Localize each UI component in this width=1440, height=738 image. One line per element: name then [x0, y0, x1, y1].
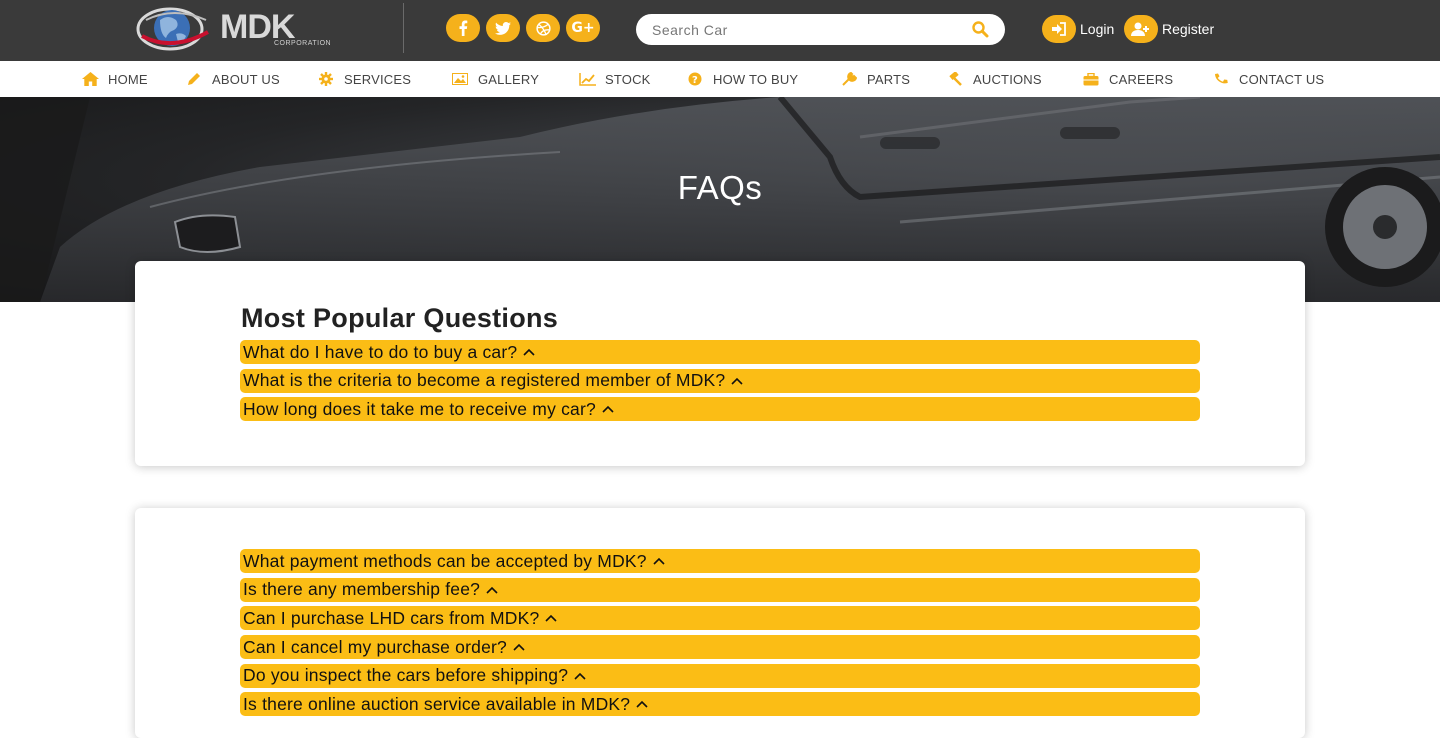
nav-label: AUCTIONS [973, 71, 1042, 87]
faq-question: Can I purchase LHD cars from MDK? [243, 607, 540, 628]
chevron-up-icon [486, 586, 498, 594]
chevron-up-icon [653, 557, 665, 565]
sign-in-icon [1042, 15, 1076, 43]
faq-item[interactable]: Can I purchase LHD cars from MDK? [240, 606, 1200, 631]
add-user-icon [1124, 15, 1158, 43]
nav-item-how-to-buy[interactable]: ? HOW TO BUY [686, 61, 798, 97]
gavel-icon [946, 72, 964, 86]
nav-item-home[interactable]: HOME [81, 61, 148, 97]
popular-questions-card: Most Popular Questions What do I have to… [135, 261, 1305, 466]
faq-question: What payment methods can be accepted by … [243, 550, 647, 571]
faq-question: Do you inspect the cars before shipping? [243, 665, 569, 686]
nav-item-gallery[interactable]: GALLERY [451, 61, 539, 97]
pencil-icon [185, 72, 203, 86]
header-divider [403, 3, 404, 53]
phone-icon [1212, 72, 1230, 86]
register-button[interactable]: Register [1124, 15, 1214, 43]
chevron-up-icon [636, 701, 648, 709]
nav-item-parts[interactable]: PARTS [840, 61, 910, 97]
faq-question: Is there any membership fee? [243, 579, 481, 600]
nav-label: HOME [108, 71, 148, 87]
nav-item-about-us[interactable]: ABOUT US [185, 61, 280, 97]
brand-name: MDK [220, 8, 295, 46]
faq-question: Can I cancel my purchase order? [243, 636, 507, 657]
nav-label: HOW TO BUY [713, 71, 799, 87]
search-icon[interactable] [971, 20, 989, 38]
top-bar: MDK CORPORATION G+ Login Re [0, 0, 1440, 61]
facebook-icon[interactable] [446, 14, 480, 42]
chevron-up-icon [545, 615, 557, 622]
faq-item[interactable]: What is the criteria to become a registe… [240, 368, 1200, 393]
faq-item[interactable]: Is there online auction service availabl… [240, 692, 1200, 717]
brand-logo[interactable]: MDK CORPORATION [136, 4, 331, 54]
faq-item[interactable]: What payment methods can be accepted by … [240, 549, 1200, 573]
google-plus-icon[interactable]: G+ [566, 14, 600, 42]
faq-question: Is there online auction service availabl… [243, 693, 631, 714]
gear-icon [317, 72, 335, 86]
nav-label: SERVICES [344, 71, 412, 87]
search-bar [636, 14, 1005, 45]
nav-item-auctions[interactable]: AUCTIONS [946, 61, 1042, 97]
faq-item[interactable]: Can I cancel my purchase order? [240, 635, 1200, 660]
nav-label: GALLERY [478, 71, 540, 87]
image-icon [451, 72, 469, 86]
nav-label: PARTS [867, 71, 911, 87]
svg-text:?: ? [692, 75, 698, 86]
chevron-up-icon [523, 348, 535, 356]
main-nav: HOME ABOUT US SERVICES GALLERY STOCK ? H… [0, 61, 1440, 97]
faq-question: What is the criteria to become a registe… [243, 370, 726, 391]
faq-list: What do I have to do to buy a car? What … [240, 340, 1200, 426]
search-input[interactable] [636, 14, 936, 45]
wrench-icon [840, 72, 858, 86]
social-links: G+ [446, 14, 600, 42]
section-heading: Most Popular Questions [241, 303, 559, 333]
nav-item-stock[interactable]: STOCK [578, 61, 651, 97]
chevron-up-icon [602, 406, 614, 413]
briefcase-icon [1082, 72, 1100, 86]
chevron-up-icon [731, 377, 743, 385]
faq-item[interactable]: Do you inspect the cars before shipping? [240, 663, 1200, 688]
faq-list: What payment methods can be accepted by … [240, 549, 1200, 721]
chart-icon [578, 72, 596, 86]
nav-label: CAREERS [1109, 71, 1174, 87]
chevron-up-icon [574, 672, 586, 680]
login-label: Login [1080, 21, 1115, 37]
twitter-icon[interactable] [486, 14, 520, 42]
login-button[interactable]: Login [1042, 15, 1114, 43]
faq-item[interactable]: Is there any membership fee? [240, 577, 1200, 602]
nav-item-careers[interactable]: CAREERS [1082, 61, 1173, 97]
faq-item[interactable]: How long does it take me to receive my c… [240, 397, 1200, 422]
question-icon: ? [686, 72, 704, 86]
nav-label: STOCK [605, 71, 651, 87]
nav-label: ABOUT US [212, 71, 280, 87]
faq-question: What do I have to do to buy a car? [243, 341, 518, 362]
nav-item-contact-us[interactable]: CONTACT US [1212, 61, 1324, 97]
nav-label: CONTACT US [1239, 71, 1325, 87]
page-title: FAQs [677, 169, 763, 206]
general-questions-card: What payment methods can be accepted by … [135, 508, 1305, 738]
dribbble-icon[interactable] [526, 14, 560, 42]
register-label: Register [1162, 21, 1215, 37]
nav-item-services[interactable]: SERVICES [317, 61, 411, 97]
globe-logo-icon [136, 7, 209, 51]
faq-question: How long does it take me to receive my c… [243, 398, 596, 419]
brand-subtitle: CORPORATION [274, 40, 332, 47]
faq-item[interactable]: What do I have to do to buy a car? [240, 340, 1200, 364]
chevron-up-icon [513, 643, 525, 651]
home-icon [81, 72, 99, 86]
